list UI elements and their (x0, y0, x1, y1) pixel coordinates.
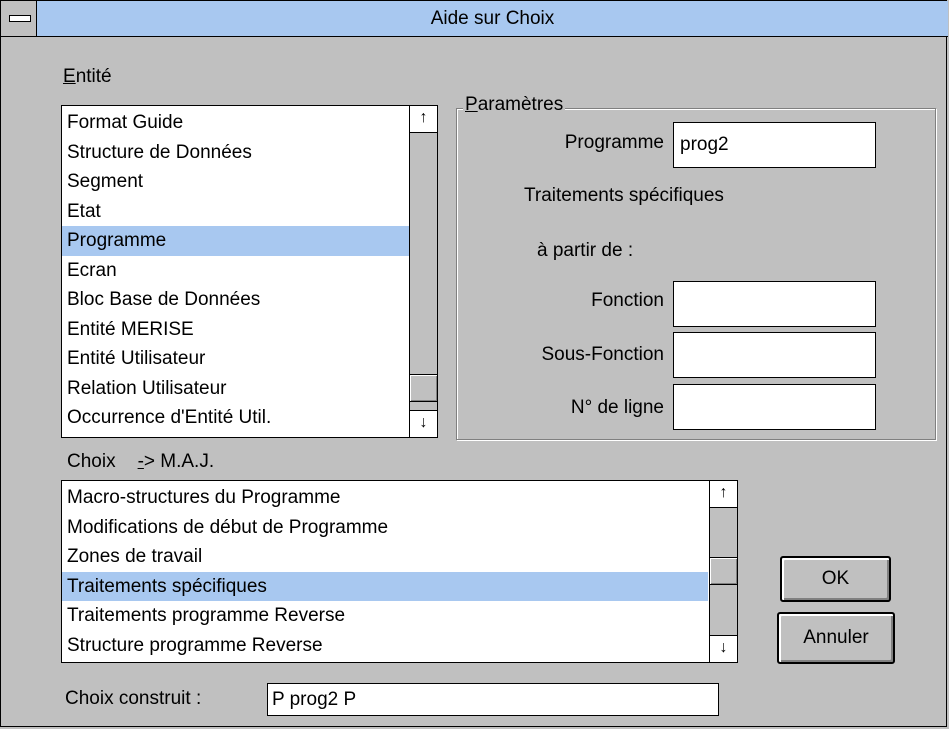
entite-list-item[interactable]: Entité Utilisateur (62, 344, 410, 374)
choix-label: Choix -> M.A.J. (67, 451, 215, 472)
a-partir-de-label: à partir de : (537, 240, 634, 261)
fonction-input[interactable] (673, 281, 876, 327)
system-menu-icon (9, 15, 31, 22)
programme-input[interactable]: prog2 (673, 122, 876, 168)
scroll-down-arrow-icon[interactable]: ↓ (710, 635, 737, 662)
entite-scroll-thumb[interactable] (410, 374, 437, 402)
entite-scrollbar[interactable]: ↑ ↓ (409, 106, 437, 437)
window-title: Aide sur Choix (430, 8, 555, 29)
choix-construit-input[interactable]: P prog2 P (267, 683, 719, 716)
entite-list-item[interactable]: Entité MERISE (62, 315, 410, 345)
choix-list-item[interactable]: Modifications de début de Programme (62, 513, 708, 543)
choix-scrollbar[interactable]: ↑ ↓ (709, 481, 737, 662)
parametres-caption: Paramètres (463, 94, 566, 116)
entite-list-item[interactable]: Structure de Données (62, 138, 410, 168)
choix-scroll-thumb[interactable] (710, 557, 737, 585)
choix-construit-label: Choix construit : (65, 688, 202, 709)
entite-list-item[interactable]: Programme (62, 226, 410, 256)
dialog-window: Aide sur Choix Entité Format Guide Struct… (0, 0, 948, 727)
entite-list-item[interactable]: Segment (62, 167, 410, 197)
title-bar: Aide sur Choix (1, 1, 948, 37)
choix-list-item[interactable]: Zones de travail (62, 542, 708, 572)
entite-listbox[interactable]: Format Guide Structure de Données Segment E… (61, 105, 438, 438)
scroll-up-arrow-icon[interactable]: ↑ (410, 106, 437, 133)
choix-list-item[interactable]: Traitements spécifiques (62, 571, 708, 601)
entite-list-item[interactable]: Ecran (62, 256, 410, 286)
entite-list-item[interactable]: Format Guide (62, 108, 410, 138)
scroll-down-arrow-icon[interactable]: ↓ (410, 410, 437, 437)
entite-label: Entité (63, 66, 112, 87)
entite-list-item[interactable]: Bloc Base de Données (62, 285, 410, 315)
choix-list-item[interactable]: Macro-structures du Programme (62, 483, 708, 513)
traitements-label: Traitements spécifiques (524, 185, 724, 206)
entite-list-item[interactable]: Etat (62, 197, 410, 227)
choix-listbox[interactable]: Macro-structures du Programme Modificatio… (61, 480, 738, 663)
ligne-label: N° de ligne (570, 397, 664, 418)
entite-list-item[interactable]: Relation Utilisateur (62, 374, 410, 404)
sous-fonction-label: Sous-Fonction (541, 344, 664, 365)
ligne-input[interactable] (673, 384, 876, 430)
annuler-button[interactable]: Annuler (777, 612, 895, 664)
fonction-label: Fonction (591, 290, 664, 311)
ok-button[interactable]: OK (780, 556, 891, 602)
choix-list-item[interactable]: Structure programme Reverse (62, 631, 708, 661)
sous-fonction-input[interactable] (673, 332, 876, 378)
entite-list-item[interactable]: Occurrence d'Entité Util. (62, 403, 410, 433)
programme-label: Programme (564, 132, 664, 153)
scroll-up-arrow-icon[interactable]: ↑ (710, 481, 737, 508)
system-menu-button[interactable] (1, 1, 37, 36)
choix-list-item[interactable]: Traitements programme Reverse (62, 601, 708, 631)
